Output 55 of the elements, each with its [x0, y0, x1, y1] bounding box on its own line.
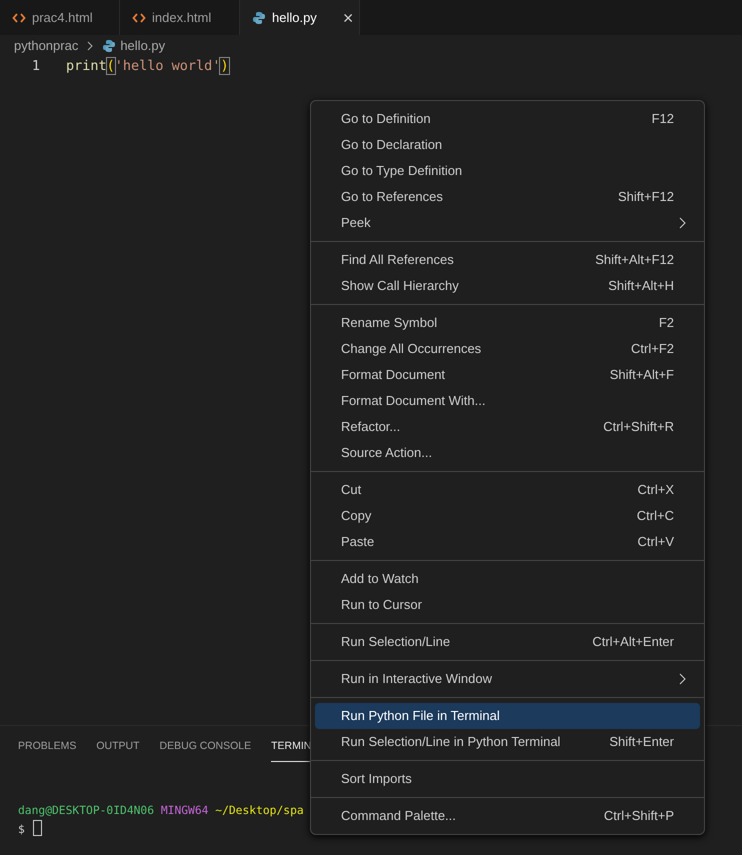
- menu-item[interactable]: Rename Symbol F2: [315, 310, 700, 336]
- code-brackets-icon: [132, 10, 146, 24]
- menu-item[interactable]: Run in Interactive Window: [315, 666, 700, 692]
- menu-item[interactable]: Go to Declaration: [315, 132, 700, 158]
- shortcut-label: Shift+F12: [618, 188, 674, 206]
- shortcut-label: Shift+Enter: [609, 733, 674, 752]
- shortcut-label: Ctrl+X: [638, 481, 674, 500]
- terminal-cursor: [32, 820, 42, 836]
- menu-item[interactable]: Run to Cursor: [315, 592, 700, 618]
- terminal-line: $: [18, 820, 42, 839]
- chevron-right-icon: [86, 41, 94, 51]
- shortcut-label: Ctrl+Shift+P: [604, 807, 674, 826]
- menu-item[interactable]: Sort Imports: [315, 766, 700, 792]
- menu-item[interactable]: Go to Definition F12: [315, 106, 700, 132]
- menu-item[interactable]: Run Selection/Line in Python Terminal Shift+Enter: [315, 729, 700, 755]
- line-number: 1: [30, 57, 40, 76]
- shortcut-label: Ctrl+V: [638, 533, 674, 552]
- panel-tab[interactable]: PROBLEMS: [18, 739, 76, 762]
- shortcut-label: Ctrl+C: [636, 507, 674, 526]
- menu-item[interactable]: Paste Ctrl+V: [315, 529, 700, 555]
- breadcrumb-item[interactable]: hello.py: [120, 36, 166, 56]
- menu-item[interactable]: Source Action...: [315, 440, 700, 466]
- panel-tab[interactable]: OUTPUT: [96, 739, 140, 762]
- shortcut-label: Ctrl+Shift+R: [603, 418, 674, 436]
- editor-tab[interactable]: hello.py ×: [240, 0, 360, 35]
- code-brackets-icon: [12, 10, 26, 24]
- menu-item[interactable]: Run Selection/Line Ctrl+Alt+Enter: [315, 629, 700, 655]
- menu-item[interactable]: Peek: [315, 210, 700, 236]
- shortcut-label: Shift+Alt+H: [608, 277, 674, 296]
- menu-item[interactable]: Go to References Shift+F12: [315, 184, 700, 210]
- menu-item[interactable]: Command Palette... Ctrl+Shift+P: [315, 803, 700, 829]
- menu-item[interactable]: Copy Ctrl+C: [315, 503, 700, 529]
- code-line: print('hello world'): [66, 57, 229, 76]
- menu-item[interactable]: Run Python File in Terminal: [315, 703, 700, 729]
- menu-item[interactable]: Find All References Shift+Alt+F12: [315, 247, 700, 273]
- menu-item[interactable]: Show Call Hierarchy Shift+Alt+H: [315, 273, 700, 299]
- menu-item[interactable]: Add to Watch: [315, 566, 700, 592]
- shortcut-label: Ctrl+F2: [631, 340, 674, 358]
- shortcut-label: F2: [658, 314, 674, 332]
- menu-item[interactable]: Format Document Shift+Alt+F: [315, 362, 700, 388]
- python-icon: [102, 39, 116, 53]
- menu-item[interactable]: Change All Occurrences Ctrl+F2: [315, 336, 700, 362]
- shortcut-label: F12: [652, 110, 674, 128]
- shortcut-label: Shift+Alt+F12: [595, 251, 674, 270]
- terminal-line: dang@DESKTOP-0ID4N06 MINGW64 ~/Desktop/spa: [18, 802, 304, 819]
- shortcut-label: Shift+Alt+F: [610, 366, 674, 384]
- python-icon: [252, 10, 266, 24]
- panel-tab[interactable]: DEBUG CONSOLE: [160, 739, 252, 762]
- menu-item[interactable]: Go to Type Definition: [315, 158, 700, 184]
- breadcrumb-item[interactable]: pythonprac: [14, 36, 78, 56]
- menu-item[interactable]: Refactor... Ctrl+Shift+R: [315, 414, 700, 440]
- shortcut-label: Ctrl+Alt+Enter: [592, 633, 674, 652]
- close-button[interactable]: ×: [340, 8, 356, 26]
- menu-item[interactable]: Cut Ctrl+X: [315, 477, 700, 503]
- menu-item[interactable]: Format Document With...: [315, 388, 700, 414]
